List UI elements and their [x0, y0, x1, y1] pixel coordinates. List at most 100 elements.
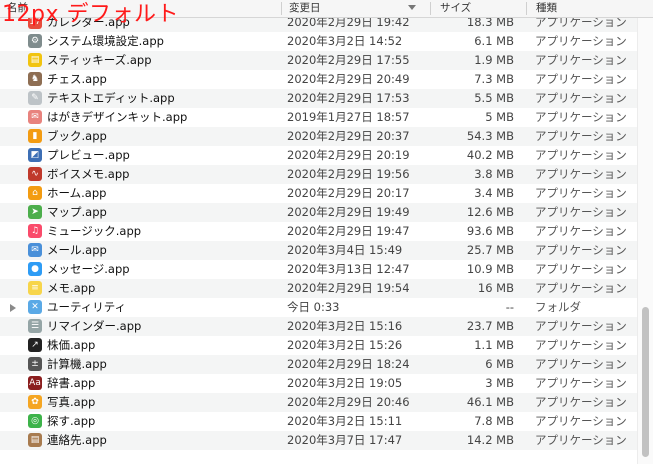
gear-icon: ⚙	[28, 34, 42, 48]
column-header-kind[interactable]: 種類	[536, 0, 557, 17]
modified-date: 2020年2月29日 20:46	[287, 395, 410, 409]
file-row[interactable]: ⚙ システム環境設定.app 2020年3月2日 14:52 6.1 MB アプリケーシ…	[0, 32, 653, 51]
annotation-label: 12px デフォルト	[2, 2, 179, 27]
modified-date: 2020年3月2日 15:16	[287, 319, 403, 333]
file-row[interactable]: ✉ はがきデザインキット.app 2019年1月27日 18:57 5 MB アプリケー…	[0, 108, 653, 127]
file-size: 3.8 MB	[474, 167, 514, 181]
modified-date: 2020年2月29日 19:49	[287, 205, 410, 219]
file-name: 株価.app	[47, 338, 96, 352]
modified-date: 2020年3月13日 12:47	[287, 262, 410, 276]
file-size: 46.1 MB	[466, 395, 514, 409]
file-size: 7.3 MB	[474, 72, 514, 86]
file-row[interactable]: ♞ チェス.app 2020年2月29日 20:49 7.3 MB アプリケーション	[0, 70, 653, 89]
file-row[interactable]: ✎ テキストエディット.app 2020年2月29日 17:53 5.5 MB アプリケ…	[0, 89, 653, 108]
file-size: --	[505, 300, 514, 314]
file-name: ホーム.app	[47, 186, 107, 200]
file-name: マップ.app	[47, 205, 107, 219]
postcard-icon: ✉	[28, 110, 42, 124]
disclosure-triangle-icon[interactable]	[10, 304, 16, 312]
file-row[interactable]: ☰ リマインダー.app 2020年3月2日 15:16 23.7 MB アプリケーショ…	[0, 317, 653, 336]
column-divider[interactable]	[430, 2, 431, 15]
file-kind: アプリケーション	[535, 357, 627, 371]
file-row[interactable]: ∿ ボイスメモ.app 2020年2月29日 19:56 3.8 MB アプリケーション	[0, 165, 653, 184]
file-size: 40.2 MB	[466, 148, 514, 162]
modified-date: 2020年2月29日 19:54	[287, 281, 410, 295]
book-icon: ▮	[28, 129, 42, 143]
file-name: システム環境設定.app	[47, 34, 164, 48]
file-row[interactable]: ● メッセージ.app 2020年3月13日 12:47 10.9 MB アプリケーショ…	[0, 260, 653, 279]
file-size: 1.9 MB	[474, 53, 514, 67]
file-size: 10.9 MB	[466, 262, 514, 276]
file-row[interactable]: ▮ ブック.app 2020年2月29日 20:37 54.3 MB アプリケーション	[0, 127, 653, 146]
file-size: 1.1 MB	[474, 338, 514, 352]
file-kind: アプリケーション	[535, 262, 627, 276]
file-kind: アプリケーション	[535, 338, 627, 352]
file-size: 7.8 MB	[474, 414, 514, 428]
column-divider[interactable]	[526, 2, 527, 15]
file-row[interactable]: ✿ 写真.app 2020年2月29日 20:46 46.1 MB アプリケーション	[0, 393, 653, 412]
file-name: はがきデザインキット.app	[47, 110, 188, 124]
map-icon: ➤	[28, 205, 42, 219]
column-header-size[interactable]: サイズ	[440, 0, 471, 17]
file-kind: アプリケーション	[535, 53, 627, 67]
chess-knight-icon: ♞	[28, 72, 42, 86]
file-name: 探す.app	[47, 414, 96, 428]
file-size: 5.5 MB	[474, 91, 514, 105]
modified-date: 2020年3月4日 15:49	[287, 243, 403, 257]
modified-date: 2020年2月29日 17:53	[287, 91, 410, 105]
file-row[interactable]: ± 計算機.app 2020年2月29日 18:24 6 MB アプリケーション	[0, 355, 653, 374]
file-row[interactable]: ✉ メール.app 2020年3月4日 15:49 25.7 MB アプリケーション	[0, 241, 653, 260]
file-name: ボイスメモ.app	[47, 167, 130, 181]
file-kind: アプリケーション	[535, 243, 627, 257]
file-size: 5 MB	[485, 110, 514, 124]
file-row[interactable]: ↗ 株価.app 2020年3月2日 15:26 1.1 MB アプリケーション	[0, 336, 653, 355]
column-divider[interactable]	[281, 2, 282, 15]
file-kind: アプリケーション	[535, 129, 627, 143]
file-row[interactable]: ⌂ ホーム.app 2020年2月29日 20:17 3.4 MB アプリケーション	[0, 184, 653, 203]
file-kind: アプリケーション	[535, 281, 627, 295]
file-row[interactable]: ◩ プレビュー.app 2020年2月29日 20:19 40.2 MB アプリケーショ…	[0, 146, 653, 165]
file-size: 25.7 MB	[466, 243, 514, 257]
modified-date: 2020年2月29日 20:49	[287, 72, 410, 86]
file-kind: アプリケーション	[535, 319, 627, 333]
file-kind: アプリケーション	[535, 205, 627, 219]
file-size: 12.6 MB	[466, 205, 514, 219]
file-row[interactable]: ▤ スティッキーズ.app 2020年2月29日 17:55 1.9 MB アプリケーシ…	[0, 51, 653, 70]
modified-date: 2020年3月2日 19:05	[287, 376, 403, 390]
scrollbar-thumb[interactable]	[642, 307, 649, 457]
modified-date: 2020年2月29日 17:55	[287, 53, 410, 67]
stocks-icon: ↗	[28, 338, 42, 352]
folder-icon: ✕	[28, 300, 42, 314]
file-row[interactable]: Aa 辞書.app 2020年3月2日 19:05 3 MB アプリケーション	[0, 374, 653, 393]
file-row[interactable]: ▤ 連絡先.app 2020年3月7日 17:47 14.2 MB アプリケーション	[0, 431, 653, 450]
voice-memo-icon: ∿	[28, 167, 42, 181]
message-bubble-icon: ●	[28, 262, 42, 276]
calculator-icon: ±	[28, 357, 42, 371]
modified-date: 2020年2月29日 18:24	[287, 357, 410, 371]
file-name: ブック.app	[47, 129, 107, 143]
file-row[interactable]: ◎ 探す.app 2020年3月2日 15:11 7.8 MB アプリケーション	[0, 412, 653, 431]
file-name: スティッキーズ.app	[47, 53, 152, 67]
file-name: メモ.app	[47, 281, 96, 295]
modified-date: 2020年3月2日 15:11	[287, 414, 403, 428]
file-name: 辞書.app	[47, 376, 96, 390]
vertical-scrollbar[interactable]	[637, 17, 653, 464]
modified-date: 2020年2月29日 20:37	[287, 129, 410, 143]
folder-row[interactable]: ✕ ユーティリティ 今日 0:33 -- フォルダ	[0, 298, 653, 317]
contacts-icon: ▤	[28, 433, 42, 447]
file-name: 計算機.app	[47, 357, 107, 371]
file-kind: アプリケーション	[535, 224, 627, 238]
dictionary-icon: Aa	[28, 376, 42, 390]
file-size: 3.4 MB	[474, 186, 514, 200]
file-row[interactable]: ≡ メモ.app 2020年2月29日 19:54 16 MB アプリケーション	[0, 279, 653, 298]
file-name: テキストエディット.app	[47, 91, 175, 105]
file-name: 連絡先.app	[47, 433, 107, 447]
file-size: 3 MB	[485, 376, 514, 390]
column-header-date[interactable]: 変更日	[289, 0, 321, 17]
file-name: メール.app	[47, 243, 107, 257]
file-row[interactable]: ♫ ミュージック.app 2020年2月29日 19:47 93.6 MB アプリケーシ…	[0, 222, 653, 241]
file-kind: アプリケーション	[535, 376, 627, 390]
preview-icon: ◩	[28, 148, 42, 162]
file-row[interactable]: ➤ マップ.app 2020年2月29日 19:49 12.6 MB アプリケーション	[0, 203, 653, 222]
file-kind: アプリケーション	[535, 148, 627, 162]
